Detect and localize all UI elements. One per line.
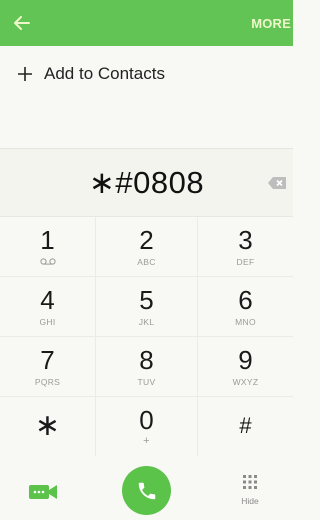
key-digit: # bbox=[239, 413, 252, 438]
key-digit: 6 bbox=[238, 285, 253, 315]
more-button[interactable]: MORE bbox=[251, 0, 293, 46]
key-digit: 2 bbox=[139, 225, 154, 255]
key-plus: + bbox=[143, 435, 150, 447]
key-0[interactable]: 0 + bbox=[96, 397, 198, 457]
key-digit: 9 bbox=[238, 345, 253, 375]
key-1[interactable]: 1 bbox=[0, 217, 96, 277]
key-letters: WXYZ bbox=[232, 377, 259, 387]
key-8[interactable]: 8 TUV bbox=[96, 337, 198, 397]
dial-keypad: 1 2 ABC 3 DEF 4 GHI 5 JKL 6 MNO 7 PQRS 8… bbox=[0, 216, 293, 457]
key-6[interactable]: 6 MNO bbox=[198, 277, 293, 337]
back-button[interactable] bbox=[0, 0, 44, 46]
key-letters: PQRS bbox=[34, 377, 61, 387]
key-4[interactable]: 4 GHI bbox=[0, 277, 96, 337]
call-button[interactable] bbox=[122, 466, 171, 515]
key-7[interactable]: 7 PQRS bbox=[0, 337, 96, 397]
dialer-bottom-bar: Hide bbox=[0, 456, 293, 520]
dialpad-icon bbox=[243, 475, 257, 489]
key-digit: 8 bbox=[139, 345, 154, 375]
key-letters: JKL bbox=[138, 317, 155, 327]
top-app-bar: MORE bbox=[0, 0, 293, 46]
key-digit: 7 bbox=[40, 345, 55, 375]
key-digit: 3 bbox=[238, 225, 253, 255]
add-to-contacts-label: Add to Contacts bbox=[44, 64, 165, 83]
key-digit: 4 bbox=[40, 285, 55, 315]
add-to-contacts-button[interactable]: Add to Contacts bbox=[0, 46, 293, 102]
voicemail-icon bbox=[39, 258, 56, 265]
key-digit: 0 bbox=[139, 405, 154, 435]
video-call-icon[interactable] bbox=[28, 483, 58, 501]
key-3[interactable]: 3 DEF bbox=[198, 217, 293, 277]
key-hash[interactable]: # bbox=[198, 397, 293, 457]
dialed-number-display: ∗#0808 bbox=[0, 148, 293, 216]
plus-icon bbox=[18, 67, 32, 81]
key-9[interactable]: 9 WXYZ bbox=[198, 337, 293, 397]
phone-icon bbox=[138, 482, 155, 499]
key-digit: 5 bbox=[139, 285, 154, 315]
arrow-left-icon bbox=[14, 16, 30, 30]
key-2[interactable]: 2 ABC bbox=[96, 217, 198, 277]
backspace-icon[interactable] bbox=[267, 176, 287, 190]
key-star[interactable]: ∗ bbox=[0, 397, 96, 457]
hide-label: Hide bbox=[241, 496, 259, 506]
key-letters: ABC bbox=[137, 257, 156, 267]
key-letters: DEF bbox=[236, 257, 255, 267]
key-5[interactable]: 5 JKL bbox=[96, 277, 198, 337]
dialed-number: ∗#0808 bbox=[88, 164, 205, 200]
key-letters: MNO bbox=[235, 317, 256, 327]
hide-keypad-button[interactable]: Hide bbox=[232, 474, 268, 514]
key-letters: TUV bbox=[137, 377, 156, 387]
key-letters: GHI bbox=[39, 317, 56, 327]
key-digit: 1 bbox=[40, 225, 55, 255]
key-digit: ∗ bbox=[34, 409, 61, 442]
